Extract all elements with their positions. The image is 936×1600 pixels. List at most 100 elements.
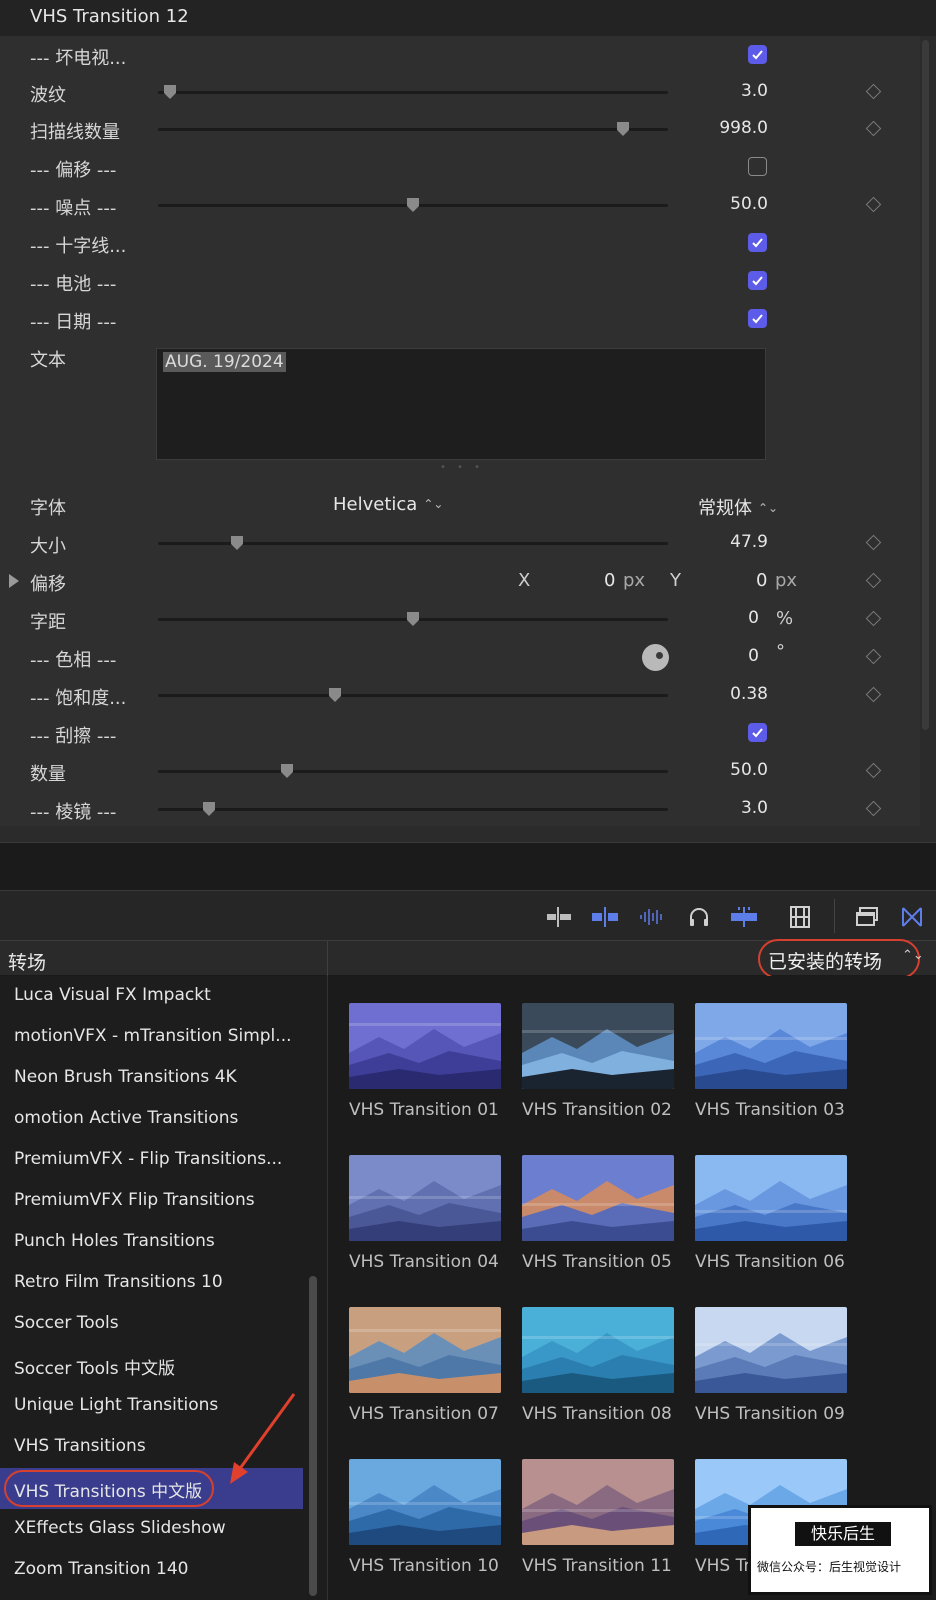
prism-slider-thumb[interactable] (202, 801, 216, 817)
transition-tile[interactable]: VHS Transition 05 (522, 1155, 674, 1272)
inspector-scrollbar[interactable] (922, 40, 929, 730)
param-row-offset-toggle: --- 偏移 --- (0, 148, 920, 186)
sidebar-item[interactable]: PremiumVFX - Flip Transitions... (0, 1140, 303, 1181)
sidebar-item[interactable]: Luca Visual FX Impackt (0, 976, 303, 1017)
param-label: 扫描线数量 (30, 122, 120, 143)
keyframe-diamond-icon[interactable] (865, 686, 882, 703)
installed-transitions-filter[interactable]: 已安装的转场 ⌃⌄ (758, 939, 924, 979)
keyframe-diamond-icon[interactable] (865, 800, 882, 817)
param-label: --- 色相 --- (30, 650, 117, 671)
disclosure-triangle-icon[interactable] (9, 574, 19, 588)
headphones-icon[interactable] (683, 901, 715, 933)
scanlines-value[interactable]: 998.0 (719, 118, 768, 138)
resize-grip-icon[interactable]: • • • (440, 462, 484, 473)
param-label: --- 噪点 --- (30, 198, 117, 219)
sidebar-item[interactable]: Soccer Tools 中文版 (0, 1345, 303, 1386)
size-slider-thumb[interactable] (230, 535, 244, 551)
keyframe-diamond-icon[interactable] (865, 534, 882, 551)
sidebar-item[interactable]: motionVFX - mTransition Simpl... (0, 1017, 303, 1058)
bad-tv-checkbox[interactable] (748, 45, 767, 64)
keyframe-diamond-icon[interactable] (865, 572, 882, 589)
ripple-value[interactable]: 3.0 (741, 81, 768, 101)
offset-checkbox[interactable] (748, 157, 767, 176)
param-label: --- 电池 --- (30, 274, 117, 295)
transition-tile[interactable]: VHS Transition 04 (349, 1155, 501, 1272)
param-row-date: --- 日期 --- (0, 300, 920, 338)
annotation-arrow-icon (230, 1393, 296, 1484)
saturation-value[interactable]: 0.38 (730, 684, 768, 704)
transition-thumbnail-image (695, 1003, 847, 1089)
clip-split-icon[interactable] (589, 901, 621, 933)
keyframe-diamond-icon[interactable] (865, 762, 882, 779)
param-row-size: 大小 47.9 (0, 524, 920, 562)
film-strip-icon[interactable] (784, 901, 816, 933)
transition-tile[interactable]: VHS Transition 10 (349, 1459, 501, 1576)
x-value[interactable]: 0 (604, 570, 615, 591)
scratch-checkbox[interactable] (748, 723, 767, 742)
sidebar-item[interactable]: XEffects Glass Slideshow (0, 1509, 303, 1550)
sidebar-item[interactable]: Punch Holes Transitions (0, 1222, 303, 1263)
param-label: 字体 (30, 498, 66, 519)
keyframe-diamond-icon[interactable] (865, 648, 882, 665)
sidebar-item[interactable]: Zoom Transition 140 (0, 1550, 303, 1591)
noise-value[interactable]: 50.0 (730, 194, 768, 214)
tracking-slider-thumb[interactable] (406, 611, 420, 627)
keyframe-diamond-icon[interactable] (865, 83, 882, 100)
y-label: Y (670, 570, 681, 591)
transition-tile[interactable]: VHS Transition 07 (349, 1307, 501, 1424)
sidebar-item-label: omotion Active Transitions (14, 1108, 239, 1128)
snapping-icon[interactable] (728, 901, 760, 933)
crosshair-checkbox[interactable] (748, 233, 767, 252)
hue-value[interactable]: 0 (748, 646, 759, 666)
amount-slider-thumb[interactable] (280, 763, 294, 779)
text-input-area[interactable]: AUG. 19/2024 (156, 348, 766, 460)
font-family-select[interactable]: Helvetica ⌃⌄ (333, 494, 443, 515)
noise-slider-thumb[interactable] (406, 197, 420, 213)
header-divider (327, 941, 328, 977)
sidebar-item-label: PremiumVFX Flip Transitions (14, 1190, 255, 1210)
sidebar-item[interactable]: PremiumVFX Flip Transitions (0, 1181, 303, 1222)
sidebar-item[interactable]: Soccer Tools (0, 1304, 303, 1345)
sidebar-item[interactable]: Neon Brush Transitions 4K (0, 1058, 303, 1099)
prism-slider-track[interactable] (158, 808, 668, 811)
amount-slider-track[interactable] (158, 770, 668, 773)
scanlines-slider-thumb[interactable] (616, 121, 630, 137)
window-stack-icon[interactable] (851, 901, 883, 933)
keyframe-diamond-icon[interactable] (865, 610, 882, 627)
selection-highlight-ring (4, 1470, 214, 1507)
font-style-select[interactable]: 常规体 ⌃⌄ (698, 494, 778, 520)
size-value[interactable]: 47.9 (730, 532, 768, 552)
prism-value[interactable]: 3.0 (741, 798, 768, 818)
hue-dial-knob[interactable] (642, 644, 669, 671)
keyframe-diamond-icon[interactable] (865, 120, 882, 137)
battery-checkbox[interactable] (748, 271, 767, 290)
transition-thumbnail-image (349, 1003, 501, 1089)
ripple-slider-thumb[interactable] (163, 84, 177, 100)
sidebar-scrollbar[interactable] (309, 1276, 317, 1596)
amount-value[interactable]: 50.0 (730, 760, 768, 780)
scanlines-slider-track[interactable] (158, 128, 668, 131)
transition-thumbnail-image (349, 1307, 501, 1393)
transition-tile[interactable]: VHS Transition 02 (522, 1003, 674, 1120)
date-checkbox[interactable] (748, 309, 767, 328)
sidebar-item[interactable]: Retro Film Transitions 10 (0, 1263, 303, 1304)
audio-waveform-icon[interactable] (636, 901, 668, 933)
sidebar-item[interactable]: omotion Active Transitions (0, 1099, 303, 1140)
y-value[interactable]: 0 (756, 570, 767, 591)
browser-toolbar (0, 890, 936, 940)
sidebar-item-label: Soccer Tools 中文版 (14, 1359, 176, 1379)
transition-tile[interactable]: VHS Transition 09 (695, 1307, 847, 1424)
transition-tile[interactable]: VHS Transition 01 (349, 1003, 501, 1120)
ripple-slider-track[interactable] (158, 91, 668, 94)
transition-tile[interactable]: VHS Transition 11 (522, 1459, 674, 1576)
clip-connect-icon[interactable] (543, 901, 575, 933)
saturation-slider-thumb[interactable] (328, 687, 342, 703)
filter-label: 已安装的转场 (768, 951, 883, 973)
transition-tile[interactable]: VHS Transition 08 (522, 1307, 674, 1424)
transition-tile[interactable]: VHS Transition 06 (695, 1155, 847, 1272)
transition-tile[interactable]: VHS Transition 03 (695, 1003, 847, 1120)
transitions-icon[interactable] (896, 901, 928, 933)
keyframe-diamond-icon[interactable] (865, 196, 882, 213)
tracking-value[interactable]: 0 (748, 608, 759, 628)
saturation-slider-track[interactable] (158, 694, 668, 697)
